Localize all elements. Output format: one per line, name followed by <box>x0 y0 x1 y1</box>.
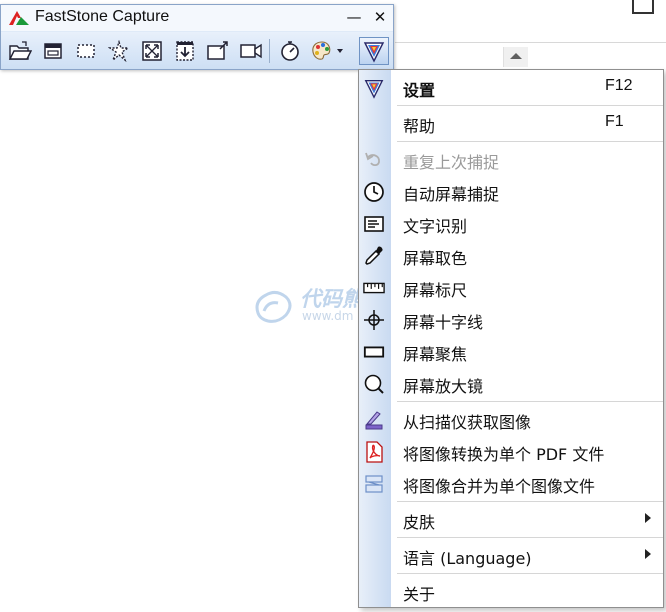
menu-item-label: 重复上次捕捉 <box>403 153 500 172</box>
undo-arrow-icon <box>365 152 380 167</box>
menu-item-label: 屏幕标尺 <box>403 281 468 300</box>
capture-scroll-button[interactable] <box>172 38 198 64</box>
open-file-icon <box>8 41 32 60</box>
menu-item-label: 关于 <box>403 585 436 604</box>
menu-item-scanner[interactable]: 从扫描仪获取图像 <box>359 404 663 434</box>
menu-separator <box>397 501 663 502</box>
menu-item-ocr[interactable]: 文字识别 <box>359 208 663 238</box>
capture-freehand-icon <box>108 40 130 62</box>
capture-toolbar <box>1 32 393 69</box>
menu-separator <box>397 537 663 538</box>
capture-fixed-region-icon <box>207 41 228 60</box>
capture-window-button[interactable] <box>40 38 66 64</box>
menu-item-label: 屏幕聚焦 <box>403 345 468 364</box>
screen-recorder-icon <box>240 43 262 59</box>
menu-item-label: 设置 <box>403 81 436 100</box>
watermark-url: www.dm <box>302 309 354 323</box>
submenu-arrow-icon <box>645 513 651 523</box>
capture-window-icon <box>44 43 62 59</box>
menu-item-label: 皮肤 <box>403 513 436 532</box>
settings-icon <box>364 79 384 99</box>
ruler-icon <box>363 282 385 294</box>
menu-item-label: 语言 (Language) <box>403 549 532 568</box>
faststone-toolbar-window: FastStone Capture — ✕ <box>0 4 394 70</box>
menu-item-to-pdf[interactable]: 将图像转换为单个 PDF 文件 <box>359 436 663 466</box>
menu-item-label: 将图像合并为单个图像文件 <box>403 477 596 496</box>
menu-item-focus[interactable]: 屏幕聚焦 <box>359 336 663 366</box>
background-window-edge <box>632 0 654 14</box>
delay-timer-icon <box>281 41 299 61</box>
capture-fixed-region-button[interactable] <box>205 38 231 64</box>
minimize-button[interactable]: — <box>345 8 363 26</box>
menu-item-magnifier[interactable]: 屏幕放大镜 <box>359 368 663 398</box>
menu-item-label: 将图像转换为单个 PDF 文件 <box>403 445 605 464</box>
capture-fullscreen-button[interactable] <box>139 38 165 64</box>
menu-item-settings[interactable]: 设置 F12 <box>359 72 663 102</box>
menu-item-label: 从扫描仪获取图像 <box>403 413 532 432</box>
close-button[interactable]: ✕ <box>371 8 389 26</box>
menu-item-auto-capture[interactable]: 自动屏幕捕捉 <box>359 176 663 206</box>
menu-separator <box>397 573 663 574</box>
menu-separator <box>397 141 663 142</box>
settings-menu-button[interactable] <box>359 37 389 65</box>
scroll-up-arrow-icon[interactable] <box>510 53 522 59</box>
toolbar-separator <box>269 39 270 63</box>
menu-item-help[interactable]: 帮助 F1 <box>359 108 663 138</box>
menu-item-color-picker[interactable]: 屏幕取色 <box>359 240 663 270</box>
focus-rect-icon <box>363 346 385 358</box>
output-palette-button[interactable] <box>310 38 346 64</box>
menu-item-shortcut: F12 <box>605 77 633 94</box>
capture-scroll-icon <box>176 41 194 61</box>
faststone-logo-icon <box>9 11 29 25</box>
capture-freehand-button[interactable] <box>106 38 132 64</box>
open-file-button[interactable] <box>7 38 33 64</box>
menu-separator <box>397 105 663 106</box>
submenu-arrow-icon <box>645 549 651 559</box>
menu-item-about[interactable]: 关于 <box>359 576 663 606</box>
menu-item-combine[interactable]: 将图像合并为单个图像文件 <box>359 468 663 498</box>
capture-rect-button[interactable] <box>73 38 99 64</box>
title-bar[interactable]: FastStone Capture — ✕ <box>1 5 393 31</box>
combine-images-icon <box>365 475 383 493</box>
menu-item-label: 屏幕十字线 <box>403 313 484 332</box>
menu-item-label: 自动屏幕捕捉 <box>403 185 500 204</box>
menu-item-crosshair[interactable]: 屏幕十字线 <box>359 304 663 334</box>
settings-dropdown-menu: 设置 F12 帮助 F1 重复上次捕捉 自动屏幕捕捉 文字识别 屏幕取色 屏幕标… <box>358 69 664 608</box>
menu-item-ruler[interactable]: 屏幕标尺 <box>359 272 663 302</box>
crosshair-icon <box>364 310 384 330</box>
menu-item-label: 帮助 <box>403 117 436 136</box>
menu-item-language[interactable]: 语言 (Language) <box>359 540 663 570</box>
eyedropper-icon <box>365 246 383 265</box>
scanner-icon <box>365 411 383 430</box>
capture-rect-icon <box>77 44 95 58</box>
ocr-icon <box>364 216 384 232</box>
pdf-icon <box>366 441 383 463</box>
menu-item-label: 屏幕取色 <box>403 249 468 268</box>
menu-item-label: 屏幕放大镜 <box>403 377 484 396</box>
delay-timer-button[interactable] <box>277 38 303 64</box>
settings-menu-icon <box>363 42 385 63</box>
background-divider <box>395 42 666 43</box>
capture-fullscreen-icon <box>142 41 162 61</box>
menu-item-skin[interactable]: 皮肤 <box>359 504 663 534</box>
watermark-logo-icon <box>255 290 292 323</box>
app-title: FastStone Capture <box>35 8 170 25</box>
menu-item-label: 文字识别 <box>403 217 468 236</box>
menu-item-repeat-last[interactable]: 重复上次捕捉 <box>359 144 663 174</box>
menu-separator <box>397 401 663 402</box>
menu-item-shortcut: F1 <box>605 113 624 130</box>
clock-icon <box>364 182 384 202</box>
output-palette-icon <box>312 41 343 60</box>
background-scrollbar[interactable] <box>503 47 528 67</box>
screen-recorder-button[interactable] <box>238 38 264 64</box>
magnifier-icon <box>364 374 384 394</box>
